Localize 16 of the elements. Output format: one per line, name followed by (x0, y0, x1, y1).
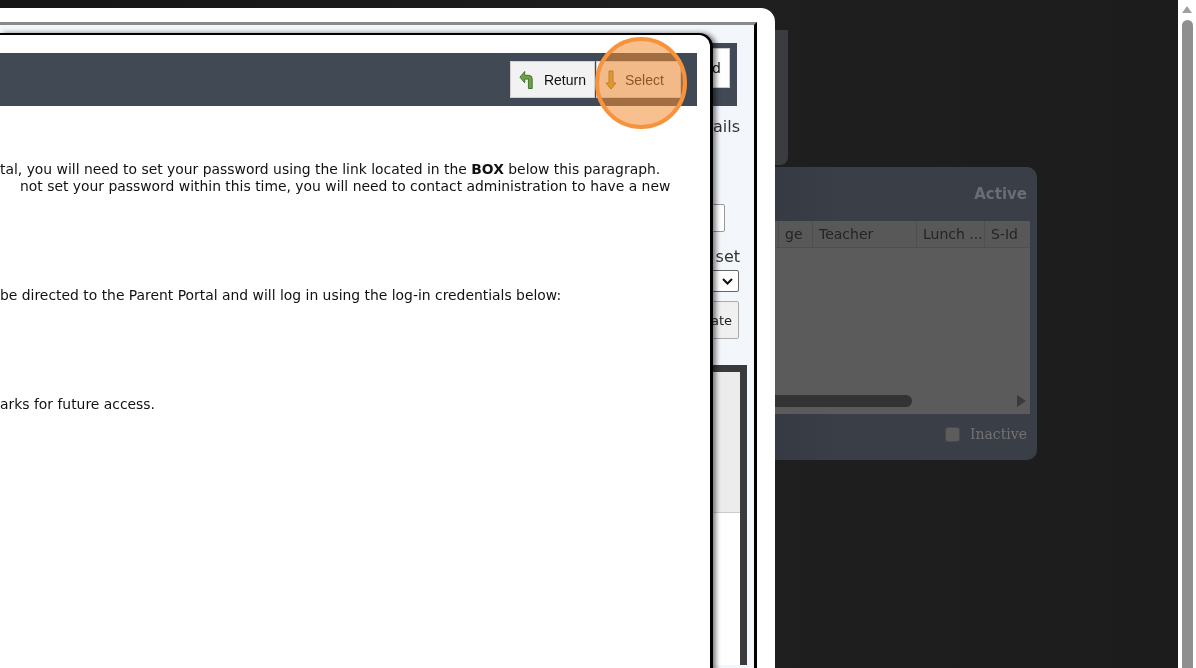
section-label: ails (712, 117, 740, 136)
toolbar-button[interactable]: Return (510, 61, 595, 98)
toolbar-button[interactable]: Select (596, 61, 681, 98)
down-arrow-icon (605, 69, 617, 90)
chevron-down-icon (722, 277, 733, 285)
scroll-up-icon[interactable] (1182, 6, 1192, 13)
scrollbar-thumb[interactable] (1181, 20, 1193, 668)
checkbox[interactable] (944, 426, 960, 442)
paragraph-text: be directed to the Parent Portal and will log in using the log-in credentials below: (0, 287, 563, 304)
return-arrow-icon (519, 69, 536, 90)
paragraph-text: arks for future access. (0, 396, 156, 413)
paragraph-text: tal, you will need to set your password using the link located in the BOX below this paragraph. (0, 161, 662, 178)
checkbox-label: Inactive (969, 426, 1027, 442)
paragraph-text: not set your password within this time, you will need to contact administration to have a new (19, 178, 672, 195)
scroll-right-icon[interactable] (1017, 395, 1026, 407)
field-label: set (715, 247, 740, 266)
